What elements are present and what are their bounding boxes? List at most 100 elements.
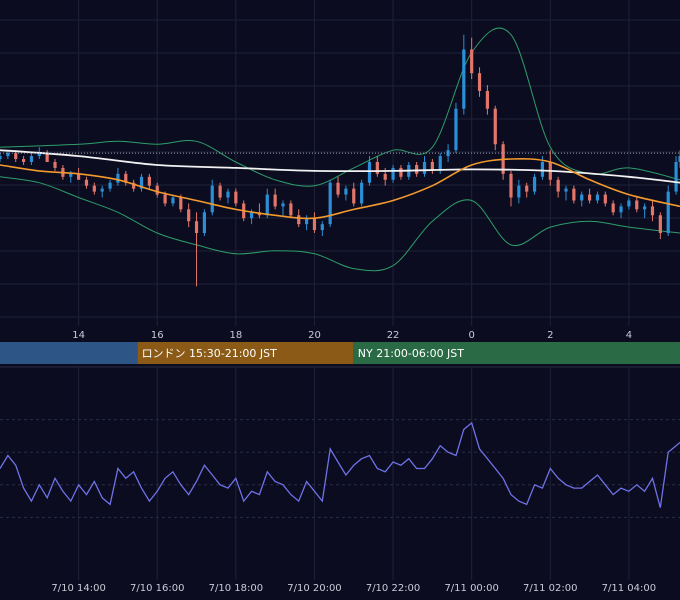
price-x-tick-label: 16 [151, 330, 164, 341]
candle-26 [202, 209, 206, 236]
session-fill [0, 342, 138, 364]
candle-body [580, 194, 584, 201]
time-tick-label: 7/10 16:00 [130, 583, 184, 594]
candle-body [493, 108, 497, 145]
candle-body [367, 162, 372, 183]
candle-85 [666, 185, 670, 236]
time-tick-label: 7/11 04:00 [602, 583, 656, 594]
candle-body [312, 218, 317, 231]
candle-body [328, 182, 332, 225]
candle-body [658, 215, 662, 234]
candle-body [674, 162, 678, 192]
candle-body [517, 185, 521, 198]
candle-body [289, 203, 293, 216]
session-bar: ロンドン 15:30-21:00 JST NY 21:00-06:00 JST [0, 342, 680, 364]
candle-body [603, 194, 607, 204]
candle-body [399, 167, 403, 177]
candle-body [179, 197, 183, 210]
candle-body [391, 167, 395, 180]
candle-body [194, 221, 199, 234]
time-tick-label: 7/11 00:00 [444, 583, 498, 594]
candle-body [21, 159, 26, 162]
candle-46 [360, 179, 364, 207]
candle-body [155, 185, 159, 195]
price-x-tick-label: 18 [229, 330, 242, 341]
candle-body [556, 179, 560, 192]
candle-body [344, 188, 348, 195]
candle-body [635, 200, 639, 210]
candle-body [116, 173, 120, 183]
candle-body [226, 191, 230, 198]
candle-58 [454, 102, 458, 154]
candle-body [643, 206, 647, 210]
candle-68 [532, 173, 537, 195]
candle-body [666, 191, 670, 234]
candle-body [187, 209, 191, 222]
candle-body [477, 73, 482, 91]
candle-body [92, 185, 96, 192]
candle-body [336, 182, 340, 195]
candle-body [650, 206, 655, 216]
candle-63 [493, 105, 497, 151]
candle-body [470, 49, 474, 74]
price-x-tick-label: 0 [468, 330, 474, 341]
candle-body [564, 188, 568, 192]
candle-body [202, 212, 206, 234]
candle-body [438, 156, 442, 171]
candle-body [108, 182, 112, 189]
candle-body [69, 173, 73, 177]
time-tick-label: 7/10 14:00 [51, 583, 105, 594]
candle-body [0, 156, 2, 160]
price-x-tick-label: 2 [547, 330, 553, 341]
candle-body [53, 162, 57, 168]
price-x-tick-label: 22 [387, 330, 400, 341]
candle-body [375, 162, 379, 174]
candle-body [147, 176, 151, 186]
candle-body [509, 173, 513, 198]
candle-body [532, 176, 537, 192]
candle-body [595, 194, 600, 201]
candle-body [171, 197, 175, 204]
price-x-tick-label: 4 [626, 330, 632, 341]
price-x-tick-label: 14 [72, 330, 85, 341]
candle-body [485, 90, 489, 109]
candle-body [14, 153, 18, 160]
candle-body [540, 162, 545, 177]
candle-body [446, 150, 450, 157]
candle-body [320, 224, 324, 231]
session-block-0 [0, 342, 138, 364]
session-label: ロンドン 15:30-21:00 JST [142, 347, 278, 360]
time-tick-label: 7/10 22:00 [366, 583, 420, 594]
candle-body [360, 182, 364, 204]
candle-body [210, 185, 214, 213]
session-block-2: NY 21:00-06:00 JST [353, 342, 680, 364]
candle-body [352, 188, 356, 204]
chart-background [0, 0, 680, 600]
candle-body [587, 194, 592, 201]
candle-body [454, 108, 458, 151]
candle-body [163, 194, 167, 204]
candle-body [619, 206, 623, 213]
candle-body [383, 173, 387, 180]
time-tick-label: 7/10 18:00 [209, 583, 263, 594]
candle-body [422, 162, 427, 174]
time-tick-label: 7/10 20:00 [287, 583, 341, 594]
candle-body [572, 188, 576, 201]
candle-body [100, 188, 104, 192]
session-label: NY 21:00-06:00 JST [358, 347, 465, 360]
candle-body [265, 194, 269, 216]
candle-body [462, 49, 466, 109]
candle-body [525, 185, 529, 192]
candle-body [415, 164, 419, 174]
candle-body [234, 191, 238, 204]
price-x-tick-label: 20 [308, 330, 321, 341]
time-tick-label: 7/11 02:00 [523, 583, 577, 594]
candle-body [249, 212, 254, 219]
candle-body [273, 194, 277, 207]
candle-body [281, 203, 285, 207]
candle-body [218, 185, 222, 198]
candle-body [297, 215, 301, 225]
chart-canvas: 14 16 18 20 22 0 2 4 ロンドン 15:30-21:00 JST NY 21:… [0, 0, 680, 600]
candle-body [611, 203, 615, 213]
candle-body [84, 179, 89, 186]
